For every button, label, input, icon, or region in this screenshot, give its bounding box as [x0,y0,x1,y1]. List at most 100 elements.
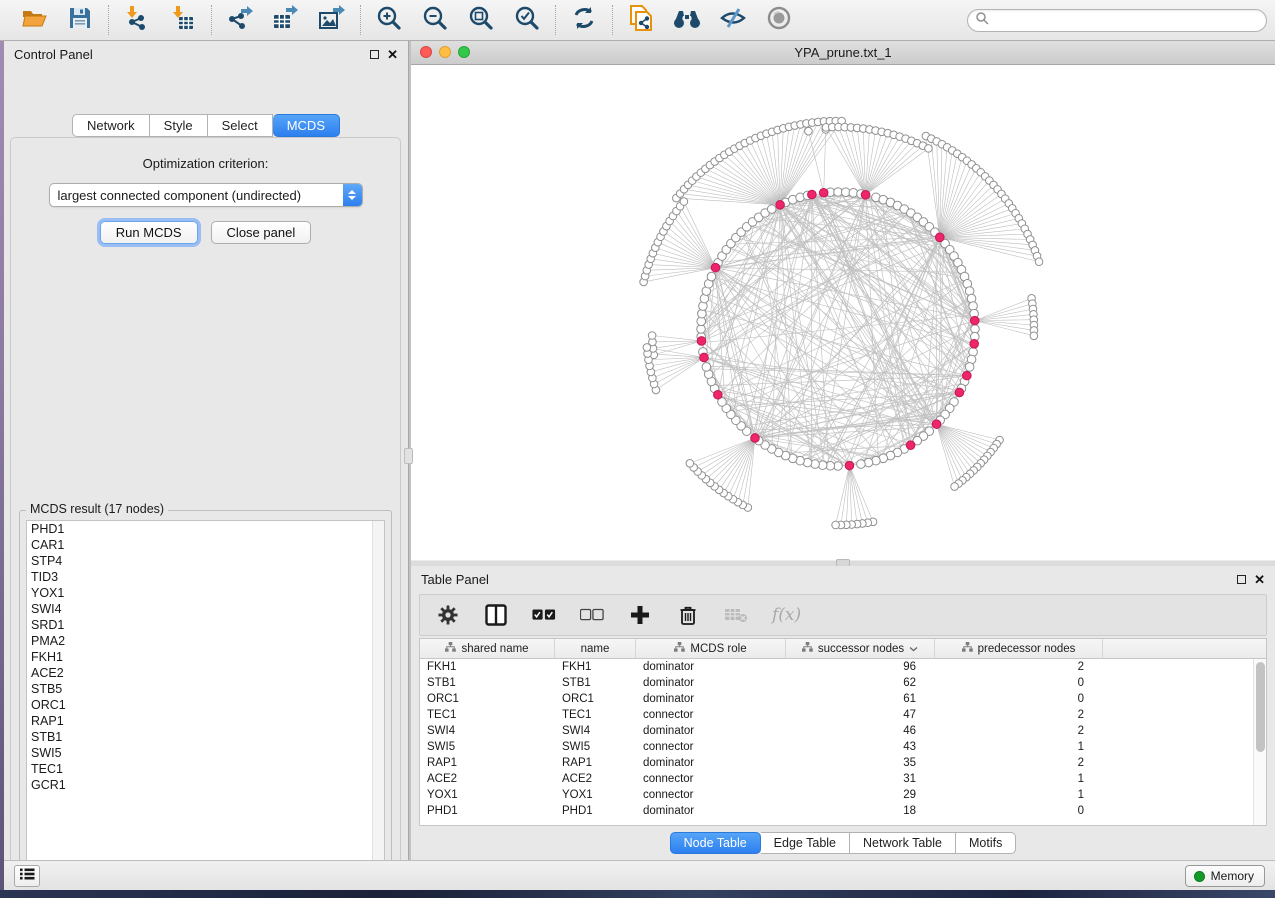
result-node[interactable]: ACE2 [27,665,384,681]
table-row[interactable]: SWI5SWI5connector431 [420,739,1253,755]
memory-button[interactable]: Memory [1185,865,1265,887]
graph-dominator-node[interactable] [714,390,723,399]
search-input[interactable] [989,10,1266,31]
table-row[interactable]: SWI4SWI4dominator462 [420,723,1253,739]
tab-motifs[interactable]: Motifs [956,832,1016,854]
graph-node[interactable] [702,363,711,372]
tab-network[interactable]: Network [72,114,150,137]
result-node[interactable]: SWI5 [27,745,384,761]
result-node[interactable]: FKH1 [27,649,384,665]
zoom-fit-button[interactable] [467,6,495,34]
result-node[interactable]: GCR1 [27,777,384,793]
graph-satellite-node[interactable] [1035,258,1043,266]
result-node[interactable]: STB1 [27,729,384,745]
refresh-button[interactable] [570,6,598,34]
zoom-out-button[interactable] [421,6,449,34]
graph-satellite-node[interactable] [951,483,959,491]
column-header-successor-nodes[interactable]: successor nodes [786,639,935,658]
binoculars-button[interactable] [673,6,701,34]
result-node[interactable]: TEC1 [27,761,384,777]
network-titlebar[interactable]: YPA_prune.txt_1 [411,41,1275,65]
graph-satellite-node[interactable] [686,460,694,468]
graph-satellite-node[interactable] [643,344,651,352]
export-table-button[interactable] [272,6,300,34]
table-row[interactable]: TEC1TEC1connector472 [420,707,1253,723]
graph-dominator-node[interactable] [955,388,964,397]
gear-icon[interactable] [436,603,460,627]
table-scrollbar[interactable] [1253,659,1266,825]
graph-dominator-node[interactable] [970,316,979,325]
graph-satellite-node[interactable] [1030,332,1038,340]
result-node[interactable]: RAP1 [27,713,384,729]
clone-network-button[interactable] [627,6,655,34]
graph-dominator-node[interactable] [700,353,709,362]
result-node[interactable]: STP4 [27,553,384,569]
close-table-panel-icon[interactable]: ✕ [1254,575,1265,584]
table-row[interactable]: RAP1RAP1dominator352 [420,755,1253,771]
select-all-icon[interactable] [532,603,556,627]
result-node[interactable]: PHD1 [27,521,384,537]
graph-dominator-node[interactable] [970,339,979,348]
graph-node[interactable] [857,460,866,469]
result-node[interactable]: ORC1 [27,697,384,713]
float-panel-icon[interactable] [370,50,379,59]
tab-select[interactable]: Select [208,114,273,137]
table-row[interactable]: FKH1FKH1dominator962 [420,659,1253,675]
network-graph[interactable] [411,65,1275,560]
export-image-button[interactable] [318,6,346,34]
column-header-shared-name[interactable]: shared name [420,639,555,658]
delete-row-icon[interactable] [676,603,700,627]
zoom-in-button[interactable] [375,6,403,34]
graph-dominator-node[interactable] [751,434,760,443]
tab-style[interactable]: Style [150,114,208,137]
task-history-button[interactable] [14,865,40,887]
close-panel-icon[interactable]: ✕ [387,50,398,59]
graph-dominator-node[interactable] [845,461,854,470]
open-file-button[interactable] [20,6,48,34]
zoom-selected-button[interactable] [513,6,541,34]
zoom-light[interactable] [458,46,470,58]
graph-satellite-node[interactable] [680,198,688,206]
graph-dominator-node[interactable] [906,441,915,450]
column-header-name[interactable]: name [555,639,636,658]
vertical-splitter-handle[interactable] [404,448,413,464]
tab-mcds[interactable]: MCDS [273,114,340,137]
run-mcds-button[interactable]: Run MCDS [100,221,198,244]
deselect-all-icon[interactable] [580,603,604,627]
table-row[interactable]: YOX1YOX1connector291 [420,787,1253,803]
import-network-button[interactable] [123,6,151,34]
tab-edge-table[interactable]: Edge Table [761,832,850,854]
column-header-MCDS-role[interactable]: MCDS role [636,639,786,658]
graph-dominator-node[interactable] [808,190,817,199]
graph-dominator-node[interactable] [711,263,720,272]
result-scrollbar[interactable] [372,521,384,866]
toolbar-search[interactable] [967,9,1267,32]
result-node[interactable]: PMA2 [27,633,384,649]
result-node[interactable]: STB5 [27,681,384,697]
graph-dominator-node[interactable] [861,190,870,199]
graph-dominator-node[interactable] [819,188,828,197]
graph-satellite-node[interactable] [832,521,840,529]
graph-node[interactable] [965,363,974,372]
graph-node[interactable] [707,272,716,281]
result-node[interactable]: SRD1 [27,617,384,633]
show-details-button[interactable] [765,6,793,34]
save-session-button[interactable] [66,6,94,34]
result-node[interactable]: YOX1 [27,585,384,601]
graph-satellite-node[interactable] [925,145,933,153]
graph-dominator-node[interactable] [697,337,706,346]
table-row[interactable]: ACE2ACE2connector311 [420,771,1253,787]
result-node[interactable]: SWI4 [27,601,384,617]
result-node[interactable]: CAR1 [27,537,384,553]
tab-network-table[interactable]: Network Table [850,832,956,854]
table-scrollbar-thumb[interactable] [1256,662,1265,752]
graph-dominator-node[interactable] [963,371,972,380]
graph-dominator-node[interactable] [932,420,941,429]
column-header-predecessor-nodes[interactable]: predecessor nodes [935,639,1103,658]
table-row[interactable]: ORC1ORC1dominator610 [420,691,1253,707]
tab-node-table[interactable]: Node Table [670,832,761,854]
hide-details-button[interactable] [719,6,747,34]
criterion-dropdown[interactable]: largest connected component (undirected) [49,183,363,207]
float-table-panel-icon[interactable] [1237,575,1246,584]
close-panel-button[interactable]: Close panel [211,221,312,244]
